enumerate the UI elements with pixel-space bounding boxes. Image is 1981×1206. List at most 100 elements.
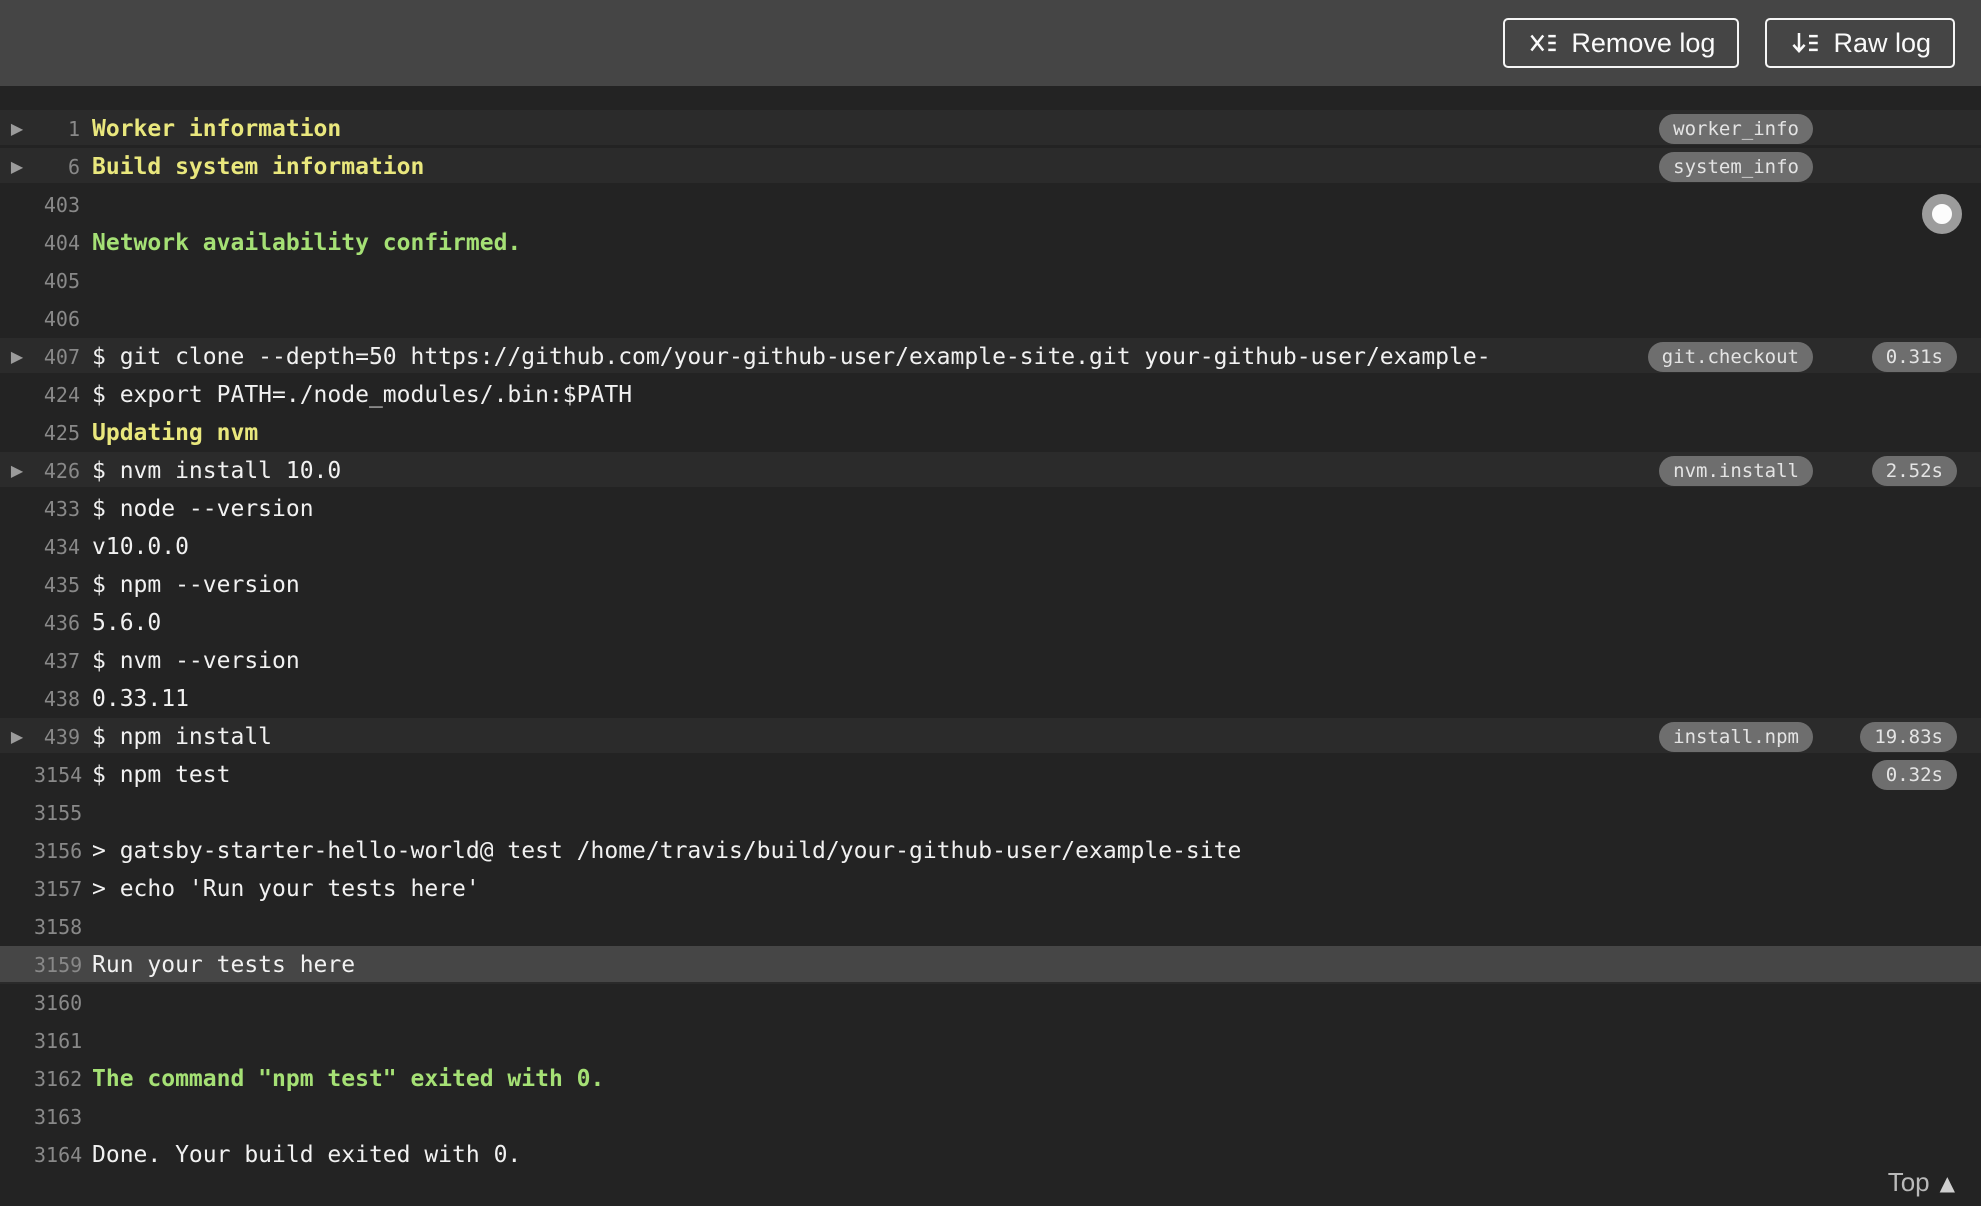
duration-badge: 19.83s [1860,722,1957,752]
log-line: ▶ 6 Build system information system_info [0,148,1981,186]
log-text: $ nvm --version [92,648,300,674]
top-link-label: Top [1887,1167,1930,1197]
log-line: ▶ 426 $ nvm install 10.0 nvm.install 2.5… [0,452,1981,490]
line-number[interactable]: 3154 [34,756,82,794]
fold-name-badge: install.npm [1659,722,1813,752]
line-number[interactable]: 436 [34,604,80,642]
line-number[interactable]: 3163 [34,1098,82,1136]
line-number[interactable]: 3157 [34,870,82,908]
log-toolbar: Remove log Raw log [0,0,1981,86]
log-line: ▶ 436 5.6.0 [0,604,1981,642]
build-log: ▶ 1 Worker information worker_info ▶ 6 B… [0,86,1981,1206]
line-number[interactable]: 404 [34,224,80,262]
line-number[interactable]: 3162 [34,1060,82,1098]
log-line: ▶ 437 $ nvm --version [0,642,1981,680]
log-line: ▶ 3158 [0,908,1981,946]
remove-log-button[interactable]: Remove log [1503,18,1740,68]
log-line: ▶ 425 Updating nvm [0,414,1981,452]
line-number[interactable]: 3158 [34,908,82,946]
line-number[interactable]: 3161 [34,1022,82,1060]
line-number[interactable]: 406 [34,300,80,338]
line-number[interactable]: 425 [34,414,80,452]
fold-toggle-icon[interactable]: ▶ [0,338,34,376]
line-number[interactable]: 434 [34,528,80,566]
log-line: ▶ 3157 > echo 'Run your tests here' [0,870,1981,908]
log-text: Network availability confirmed. [92,230,522,256]
log-text: $ npm test [92,762,231,788]
line-number[interactable]: 403 [34,186,80,224]
log-text: Run your tests here [92,952,356,978]
log-line: ▶ 3155 [0,794,1981,832]
scroll-marker-icon[interactable] [1922,194,1962,234]
log-text: $ npm --version [92,572,300,598]
log-line: ▶ 403 [0,186,1981,224]
log-line: ▶ 439 $ npm install install.npm 19.83s [0,718,1981,756]
log-line: ▶ 407 $ git clone --depth=50 https://git… [0,338,1981,376]
caret-up-icon: ▲ [1939,1170,1955,1195]
log-line: ▶ 424 $ export PATH=./node_modules/.bin:… [0,376,1981,414]
remove-log-icon [1527,28,1557,58]
log-line: ▶ 406 [0,300,1981,338]
line-number[interactable]: 407 [34,338,80,376]
log-text: > gatsby-starter-hello-world@ test /home… [92,838,1242,864]
line-number[interactable]: 433 [34,490,80,528]
line-number[interactable]: 6 [34,148,80,186]
log-text: Done. Your build exited with 0. [92,1142,522,1168]
log-text: $ export PATH=./node_modules/.bin:$PATH [92,382,633,408]
line-number[interactable]: 3160 [34,984,82,1022]
log-line: ▶ 434 v10.0.0 [0,528,1981,566]
line-number[interactable]: 435 [34,566,80,604]
duration-badge: 0.31s [1871,342,1957,372]
duration-badge: 2.52s [1871,456,1957,486]
log-line: ▶ 3156 > gatsby-starter-hello-world@ tes… [0,832,1981,870]
log-lines: ▶ 1 Worker information worker_info ▶ 6 B… [0,110,1981,1174]
log-line: ▶ 1 Worker information worker_info [0,110,1981,148]
log-line: ▶ 438 0.33.11 [0,680,1981,718]
line-number[interactable]: 405 [34,262,80,300]
fold-name-badge: nvm.install [1659,456,1813,486]
line-number[interactable]: 437 [34,642,80,680]
duration-badge: 0.32s [1871,760,1957,790]
fold-name-badge: system_info [1659,152,1813,182]
fold-name-badge: worker_info [1659,114,1813,144]
line-number[interactable]: 426 [34,452,80,490]
line-number[interactable]: 3159 [34,946,82,984]
log-line: ▶ 3154 $ npm test 0.32s [0,756,1981,794]
line-number[interactable]: 439 [34,718,80,756]
line-number[interactable]: 3156 [34,832,82,870]
log-text: The command "npm test" exited with 0. [92,1066,605,1092]
log-text: v10.0.0 [92,534,189,560]
raw-log-button[interactable]: Raw log [1765,18,1955,68]
line-number[interactable]: 424 [34,376,80,414]
log-line: ▶ 3164 Done. Your build exited with 0. [0,1136,1981,1174]
log-text: Updating nvm [92,420,259,446]
log-line: ▶ 3162 The command "npm test" exited wit… [0,1060,1981,1098]
log-text: 5.6.0 [92,610,162,636]
line-number[interactable]: 1 [34,110,80,148]
log-line: ▶ 435 $ npm --version [0,566,1981,604]
raw-log-icon [1789,28,1819,58]
fold-toggle-icon[interactable]: ▶ [0,148,34,186]
line-number[interactable]: 438 [34,680,80,718]
log-line: ▶ 404 Network availability confirmed. [0,224,1981,262]
fold-toggle-icon[interactable]: ▶ [0,452,34,490]
log-line: ▶ 3161 [0,1022,1981,1060]
fold-toggle-icon[interactable]: ▶ [0,718,34,756]
scroll-to-top-link[interactable]: Top ▲ [1888,1167,1955,1198]
log-line: ▶ 3163 [0,1098,1981,1136]
line-number[interactable]: 3155 [34,794,82,832]
fold-toggle-icon[interactable]: ▶ [0,110,34,148]
log-line: ▶ 433 $ node --version [0,490,1981,528]
remove-log-label: Remove log [1571,27,1716,58]
raw-log-label: Raw log [1833,27,1931,58]
line-number[interactable]: 3164 [34,1136,82,1174]
log-line: ▶ 405 [0,262,1981,300]
